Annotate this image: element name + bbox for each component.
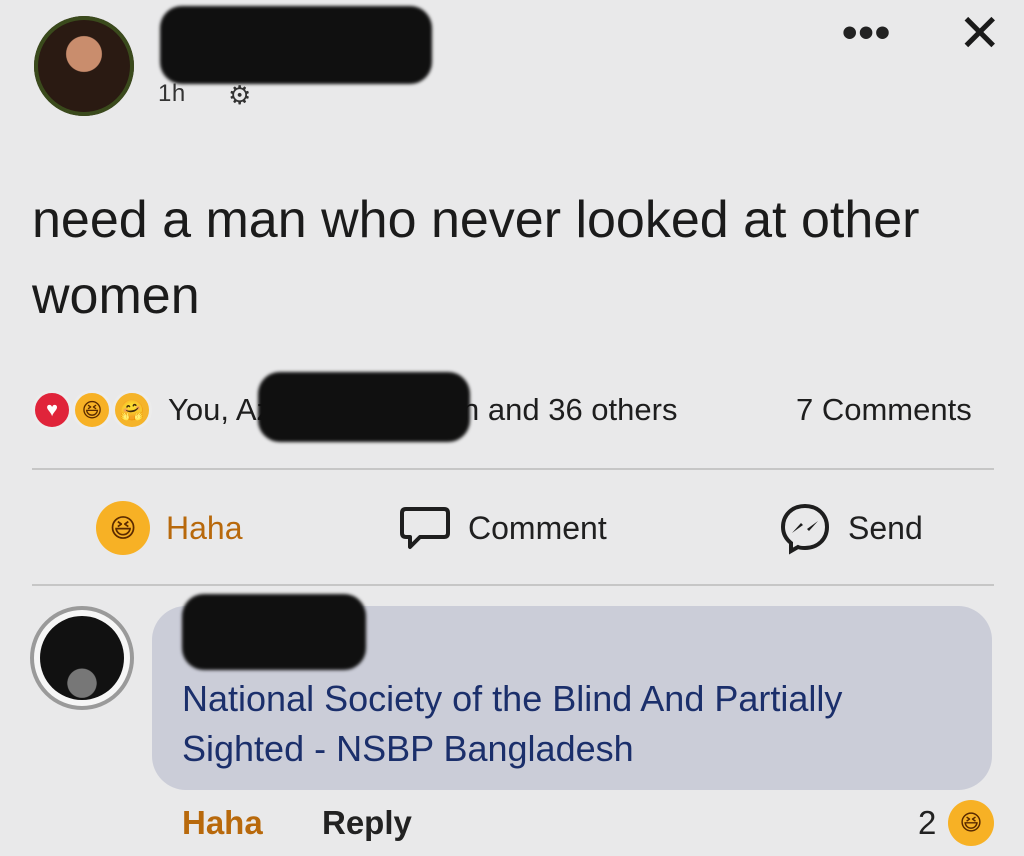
more-options-icon[interactable]: •••	[842, 8, 891, 58]
divider	[32, 468, 994, 470]
reaction-names-prefix: You, Az	[168, 392, 273, 427]
comment-reply-button[interactable]: Reply	[322, 804, 412, 842]
comment-bubble-icon	[398, 503, 452, 553]
poster-avatar[interactable]	[34, 16, 134, 116]
heart-love-icon: ♥	[32, 390, 72, 430]
haha-laugh-icon: 😆	[72, 390, 112, 430]
comment-haha-button[interactable]: Haha	[182, 804, 263, 842]
post-timestamp[interactable]: 1h	[158, 80, 186, 108]
reaction-icons[interactable]: ♥ 😆 🤗	[32, 390, 162, 434]
gear-icon: ⚙	[228, 80, 252, 110]
comment-label: Comment	[468, 509, 607, 546]
comment-button[interactable]: Comment	[398, 500, 607, 556]
reaction-names-suffix: n and 36 others	[462, 392, 678, 427]
post-text: need a man who never looked at other wom…	[32, 191, 920, 325]
redacted-commenter-name	[182, 594, 366, 670]
haha-laugh-icon: 😆	[948, 800, 994, 846]
divider	[32, 584, 994, 586]
commenter-avatar-image	[40, 616, 124, 700]
haha-laugh-icon: 😆	[96, 501, 150, 555]
send-button[interactable]: Send	[778, 500, 923, 556]
haha-label: Haha	[166, 509, 243, 546]
haha-reaction-button[interactable]: 😆 Haha	[96, 500, 243, 556]
commenter-avatar[interactable]	[30, 606, 134, 710]
redacted-poster-name	[160, 6, 432, 84]
close-icon[interactable]: ✕	[958, 8, 1002, 60]
comments-count-link[interactable]: 7 Comments	[796, 392, 972, 428]
messenger-icon	[778, 501, 832, 555]
redacted-reactor-name	[258, 372, 470, 442]
care-hug-icon: 🤗	[112, 390, 152, 430]
send-label: Send	[848, 509, 923, 546]
comment-reaction-count[interactable]: 2	[918, 804, 936, 842]
comment-text: National Society of the Blind And Partia…	[182, 678, 843, 769]
